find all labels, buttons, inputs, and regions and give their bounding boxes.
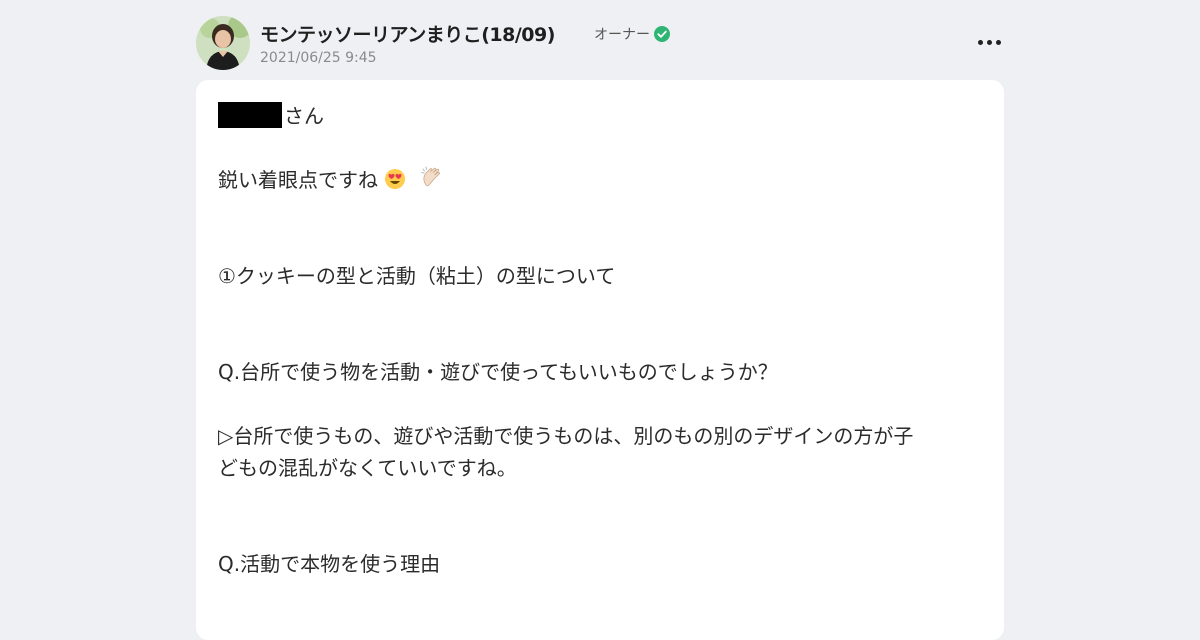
comment-line-5: Q.活動で本物を使う理由 [218, 552, 441, 576]
comment-line-3: Q.台所で使う物を活動・遊びで使ってもいいものでしょうか？ [218, 360, 778, 384]
clapping-hands-emoji-icon [421, 166, 445, 199]
author-name[interactable]: モンテッソーリアンまりこ(18/09) [260, 20, 555, 47]
check-badge-icon [654, 26, 670, 42]
comment-line-1: 鋭い着眼点ですね [218, 164, 445, 199]
comment-line-2: ①クッキーの型と活動（粘土）の型について [218, 264, 616, 288]
more-options-icon[interactable] [974, 30, 1004, 54]
comment-text-1: 鋭い着眼点ですね [218, 168, 378, 192]
owner-badge: オーナー [594, 24, 670, 44]
more-dot [995, 39, 1001, 45]
owner-label: オーナー [594, 27, 650, 43]
avatar[interactable] [196, 16, 250, 70]
post-card: さん 鋭い着眼点ですね ①クッキーの型と活動（粘土）の型について Q.台所で使う… [196, 80, 1004, 640]
more-dot [986, 39, 992, 45]
heart-eyes-emoji-icon [384, 167, 406, 199]
greeting-suffix: さん [284, 104, 324, 128]
more-dot [977, 39, 983, 45]
post-header: モンテッソーリアンまりこ(18/09) オーナー 2021/06/25 9:45 [196, 14, 1004, 72]
post-timestamp: 2021/06/25 9:45 [260, 50, 377, 66]
redacted-name [218, 102, 282, 128]
greeting-line: さん [218, 100, 324, 132]
comment-line-4a: ▷台所で使うもの、遊びや活動で使うものは、別のもの別のデザインの方が子 [218, 424, 914, 448]
comment-line-4b: どもの混乱がなくていいですね。 [218, 456, 517, 480]
